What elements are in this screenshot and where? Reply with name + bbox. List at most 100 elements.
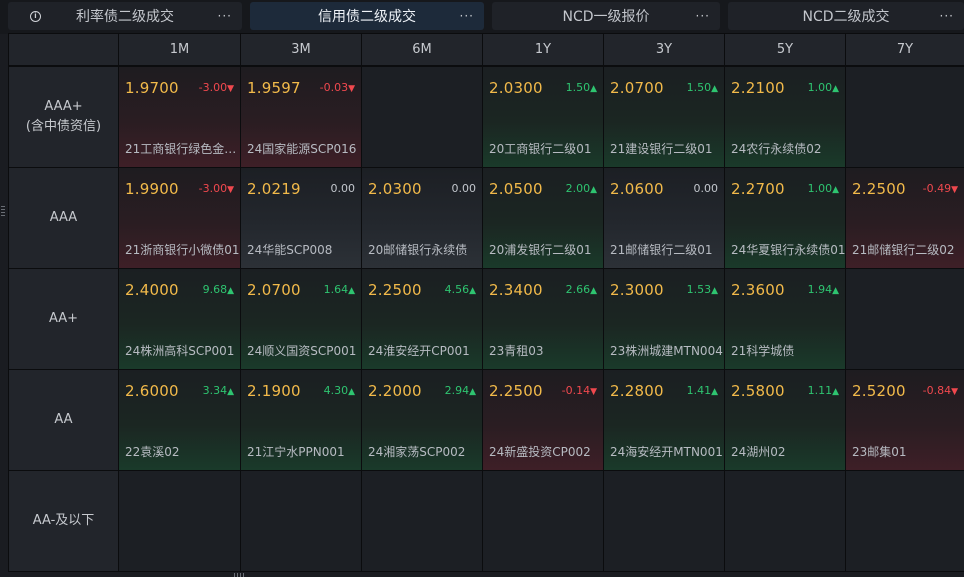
change-indicator: 1.50▲ — [687, 81, 718, 94]
bond-name: 24海安经开MTN001 — [610, 445, 723, 459]
change-value: -3.00 — [198, 81, 228, 94]
bond-name: 24湘家荡SCP002 — [368, 445, 466, 459]
quote-cell[interactable]: 2.6000 3.34▲ 22袁溪02 — [119, 370, 240, 470]
tab-credit-bond-secondary-trade[interactable]: 信用债二级成交 ··· — [250, 2, 484, 30]
triangle-up-icon: ▲ — [711, 286, 718, 296]
change-value: 0.00 — [330, 182, 356, 195]
triangle-up-icon: ▲ — [469, 286, 476, 296]
quote-cell[interactable]: 2.2500 4.56▲ 24淮安经开CP001 — [362, 269, 482, 369]
triangle-down-icon: ▼ — [348, 84, 355, 94]
triangle-down-icon: ▼ — [227, 84, 234, 94]
change-value: -0.49 — [922, 182, 952, 195]
quote-cell[interactable]: 1.9597 -0.03▼ 24国家能源SCP016 — [241, 67, 361, 167]
quote-cell[interactable]: 2.3600 1.94▲ 21科学城债 — [725, 269, 845, 369]
quote-cell[interactable]: 2.4000 9.68▲ 24株洲高科SCP001 — [119, 269, 240, 369]
quote-cell[interactable]: 2.3400 2.66▲ 23青租03 — [483, 269, 603, 369]
more-options-icon[interactable]: ··· — [218, 9, 232, 23]
more-options-icon[interactable]: ··· — [940, 9, 954, 23]
quote-cell[interactable]: 1.9700 -3.00▼ 21工商银行绿色金… — [119, 67, 240, 167]
triangle-up-icon: ▲ — [832, 84, 839, 94]
yield-value: 2.5200 — [852, 382, 906, 400]
yield-value: 2.0600 — [610, 180, 664, 198]
empty-cell — [483, 471, 603, 571]
yield-value: 2.2000 — [368, 382, 422, 400]
bond-name: 21工商银行绿色金… — [125, 142, 237, 156]
empty-cell — [241, 471, 361, 571]
bond-name: 21邮储银行二级01 — [610, 243, 713, 257]
triangle-down-icon: ▼ — [590, 387, 597, 397]
quote-cell[interactable]: 2.0300 0.00 20邮储银行永续债 — [362, 168, 482, 268]
yield-value: 1.9700 — [125, 79, 179, 97]
triangle-up-icon: ▲ — [348, 286, 355, 296]
triangle-up-icon: ▲ — [590, 286, 597, 296]
row-header: AAA — [9, 168, 118, 268]
change-value: -0.14 — [561, 384, 591, 397]
change-value: 3.34 — [202, 384, 228, 397]
bond-name: 24华夏银行永续债01 — [731, 243, 845, 257]
change-value: -0.84 — [922, 384, 952, 397]
quote-cell[interactable]: 2.0600 0.00 21邮储银行二级01 — [604, 168, 724, 268]
change-value: 1.50 — [686, 81, 712, 94]
quote-cell[interactable]: 2.5200 -0.84▼ 23邮集01 — [846, 370, 964, 470]
bond-name: 24湖州02 — [731, 445, 786, 459]
tab-ncd-primary-quote[interactable]: NCD一级报价 ··· — [492, 2, 720, 30]
quote-cell[interactable]: 2.0219 0.00 24华能SCP008 — [241, 168, 361, 268]
yield-value: 2.1900 — [247, 382, 301, 400]
header-corner — [9, 34, 118, 65]
tab-rate-bond-secondary-trade[interactable]: i 利率债二级成交 ··· — [8, 2, 242, 30]
column-header: 7Y — [846, 34, 964, 65]
quote-cell[interactable]: 2.2100 1.00▲ 24农行永续债02 — [725, 67, 845, 167]
info-icon[interactable]: i — [30, 11, 41, 22]
tab-ncd-secondary-trade[interactable]: NCD二级成交 ··· — [728, 2, 964, 30]
change-indicator: -0.49▼ — [923, 182, 958, 195]
quote-cell[interactable]: 2.1900 4.30▲ 21江宁水PPN001 — [241, 370, 361, 470]
yield-value: 2.3000 — [610, 281, 664, 299]
row-header: AAA+ (含中债资信) — [9, 67, 118, 167]
change-indicator: -0.03▼ — [320, 81, 355, 94]
row-header: AA — [9, 370, 118, 470]
change-value: -3.00 — [198, 182, 228, 195]
change-value: 2.94 — [444, 384, 470, 397]
resize-handle-horizontal[interactable] — [234, 573, 244, 577]
quote-cell[interactable]: 2.0300 1.50▲ 20工商银行二级01 — [483, 67, 603, 167]
resize-handle-vertical[interactable] — [1, 206, 5, 216]
quote-cell[interactable]: 2.0700 1.64▲ 24顺义国资SCP001 — [241, 269, 361, 369]
change-indicator: 4.30▲ — [324, 384, 355, 397]
triangle-up-icon: ▲ — [590, 185, 597, 195]
triangle-up-icon: ▲ — [711, 84, 718, 94]
yield-value: 2.0300 — [368, 180, 422, 198]
quote-cell[interactable]: 2.2700 1.00▲ 24华夏银行永续债01 — [725, 168, 845, 268]
quote-cell[interactable]: 2.2000 2.94▲ 24湘家荡SCP002 — [362, 370, 482, 470]
quote-cell[interactable]: 2.2500 -0.49▼ 21邮储银行二级02 — [846, 168, 964, 268]
yield-value: 1.9900 — [125, 180, 179, 198]
quote-cell[interactable]: 2.2800 1.41▲ 24海安经开MTN001 — [604, 370, 724, 470]
change-value: 9.68 — [202, 283, 228, 296]
bond-name: 21科学城债 — [731, 344, 795, 358]
bond-name: 20邮储银行永续债 — [368, 243, 468, 257]
bond-name: 23邮集01 — [852, 445, 907, 459]
change-indicator: -3.00▼ — [199, 182, 234, 195]
quote-cell[interactable]: 1.9900 -3.00▼ 21浙商银行小微债01 — [119, 168, 240, 268]
more-options-icon[interactable]: ··· — [460, 9, 474, 23]
empty-cell — [362, 67, 482, 167]
change-indicator: 3.34▲ — [203, 384, 234, 397]
quote-cell[interactable]: 2.5800 1.11▲ 24湖州02 — [725, 370, 845, 470]
yield-value: 2.3600 — [731, 281, 785, 299]
quote-cell[interactable]: 2.0500 2.00▲ 20浦发银行二级01 — [483, 168, 603, 268]
change-value: 1.41 — [686, 384, 712, 397]
column-header: 1M — [119, 34, 240, 65]
triangle-up-icon: ▲ — [227, 387, 234, 397]
bond-name: 21邮储银行二级02 — [852, 243, 955, 257]
change-indicator: 9.68▲ — [203, 283, 234, 296]
quote-cell[interactable]: 2.2500 -0.14▼ 24新盛投资CP002 — [483, 370, 603, 470]
triangle-down-icon: ▼ — [227, 185, 234, 195]
yield-value: 2.2500 — [489, 382, 543, 400]
quote-cell[interactable]: 2.3000 1.53▲ 23株洲城建MTN004 — [604, 269, 724, 369]
rating-label: AAA — [49, 210, 78, 225]
quote-cell[interactable]: 2.0700 1.50▲ 21建设银行二级01 — [604, 67, 724, 167]
triangle-up-icon: ▲ — [832, 286, 839, 296]
yield-value: 2.3400 — [489, 281, 543, 299]
yield-value: 2.5800 — [731, 382, 785, 400]
empty-cell — [846, 269, 964, 369]
more-options-icon[interactable]: ··· — [696, 9, 710, 23]
